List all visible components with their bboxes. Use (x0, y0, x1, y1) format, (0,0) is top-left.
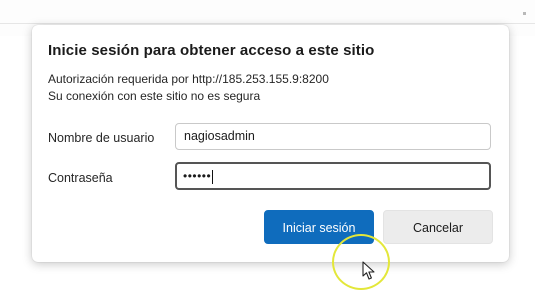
background-mark (523, 12, 526, 15)
cancel-button[interactable]: Cancelar (383, 210, 493, 244)
auth-dialog: Inicie sesión para obtener acceso a este… (32, 25, 509, 262)
username-label: Nombre de usuario (48, 131, 155, 145)
password-input[interactable]: •••••• (175, 162, 491, 190)
auth-required-text: Autorización requerida por http://185.25… (48, 72, 329, 86)
text-caret (212, 169, 214, 184)
cursor-highlight-ring (332, 234, 390, 290)
username-input[interactable]: nagiosadmin (175, 123, 491, 150)
username-value: nagiosadmin (184, 129, 255, 143)
insecure-connection-text: Su conexión con este sitio no es segura (48, 89, 261, 103)
background-divider (0, 23, 535, 24)
password-label: Contraseña (48, 171, 113, 185)
dialog-title: Inicie sesión para obtener acceso a este… (48, 42, 375, 59)
mouse-pointer-icon (362, 261, 375, 280)
auth-info: Autorización requerida por http://185.25… (48, 71, 329, 105)
password-mask: •••••• (183, 169, 212, 183)
